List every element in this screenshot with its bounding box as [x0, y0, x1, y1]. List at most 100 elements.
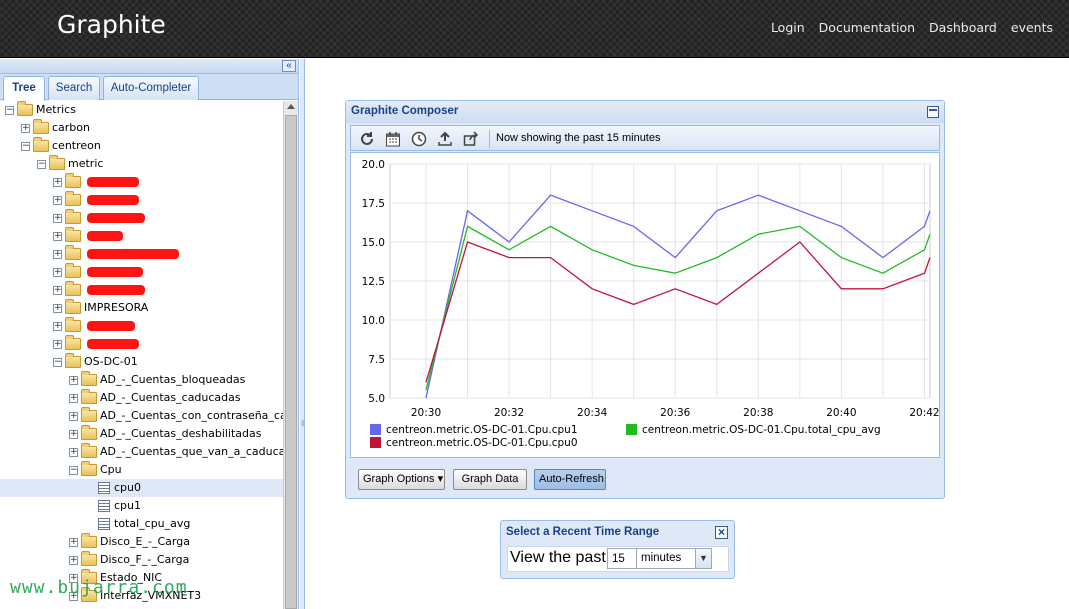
- tree-folder-item[interactable]: − metric: [0, 155, 283, 173]
- folder-icon: [65, 227, 81, 242]
- close-icon[interactable]: ×: [715, 526, 728, 539]
- tree-folder-item[interactable]: +: [0, 335, 283, 353]
- collapse-panel-icon[interactable]: «: [282, 60, 296, 72]
- refresh-icon[interactable]: [359, 131, 375, 147]
- tree-folder-item[interactable]: +: [0, 245, 283, 263]
- minimize-icon[interactable]: [927, 106, 939, 118]
- collapse-toggle-icon[interactable]: −: [5, 105, 14, 115]
- folder-icon: [33, 119, 49, 134]
- collapse-toggle-icon[interactable]: −: [69, 465, 78, 475]
- tab-auto-completer[interactable]: Auto-Completer: [103, 76, 199, 100]
- time-range-body: View the past minutes ▼: [507, 546, 729, 572]
- collapse-toggle-icon[interactable]: −: [37, 159, 46, 169]
- expand-toggle-icon[interactable]: +: [69, 393, 78, 403]
- share-icon[interactable]: [463, 131, 479, 147]
- time-status-text: Now showing the past 15 minutes: [496, 132, 661, 144]
- expand-toggle-icon[interactable]: +: [69, 555, 78, 565]
- tree-folder-item[interactable]: + Disco_E_-_Carga: [0, 533, 283, 551]
- tree-folder-item[interactable]: − OS-DC-01: [0, 353, 283, 371]
- tree-item-label: AD_-_Cuentas_bloqueadas: [100, 373, 246, 386]
- expand-toggle-icon[interactable]: +: [53, 303, 62, 313]
- tree-scrollbar[interactable]: [283, 101, 298, 609]
- splitter-handle-icon: ‖: [301, 419, 305, 428]
- tree-folder-item[interactable]: − Cpu: [0, 461, 283, 479]
- app-logo: Graphite: [57, 10, 166, 39]
- tree-leaf-item[interactable]: cpu1: [0, 497, 283, 515]
- metric-leaf-icon: [98, 518, 110, 530]
- nav-events[interactable]: events: [1011, 20, 1053, 35]
- expand-toggle-icon[interactable]: +: [69, 429, 78, 439]
- folder-open-icon: [49, 155, 65, 170]
- tree-folder-item[interactable]: +: [0, 209, 283, 227]
- chevron-down-icon[interactable]: ▼: [695, 549, 711, 568]
- tree-folder-item[interactable]: + carbon: [0, 119, 283, 137]
- tree-folder-item[interactable]: +: [0, 191, 283, 209]
- expand-toggle-icon[interactable]: +: [53, 339, 62, 349]
- tree-folder-item[interactable]: − Metrics: [0, 101, 283, 119]
- tree-item-label: AD_-_Cuentas_que_van_a_caducar: [100, 445, 283, 458]
- tree-leaf-item[interactable]: cpu0: [0, 479, 283, 497]
- expand-toggle-icon[interactable]: +: [53, 249, 62, 259]
- panel-splitter[interactable]: ‖: [300, 59, 305, 609]
- legend-label-0: centreon.metric.OS-DC-01.Cpu.cpu1: [386, 424, 578, 436]
- nav-login[interactable]: Login: [771, 20, 805, 35]
- tree-folder-item[interactable]: + IMPRESORA: [0, 299, 283, 317]
- tree-folder-item[interactable]: + AD_-_Cuentas_que_van_a_caducar: [0, 443, 283, 461]
- folder-icon: [65, 263, 81, 278]
- folder-icon: [65, 281, 81, 296]
- expand-toggle-icon[interactable]: +: [53, 285, 62, 295]
- graph-area[interactable]: 20.0 17.5 15.0 12.5 10.0 7.5 5.0 20:30 20:32 20:3…: [350, 152, 940, 458]
- tree-folder-item[interactable]: +: [0, 281, 283, 299]
- expand-toggle-icon[interactable]: +: [69, 537, 78, 547]
- tree-folder-item[interactable]: +: [0, 227, 283, 245]
- tree-folder-item[interactable]: + Disco_F_-_Carga: [0, 551, 283, 569]
- graph-data-button[interactable]: Graph Data: [453, 469, 527, 490]
- tree-folder-item[interactable]: + AD_-_Cuentas_deshabilitadas: [0, 425, 283, 443]
- expand-toggle-icon[interactable]: +: [21, 123, 30, 133]
- tree-folder-item[interactable]: + AD_-_Cuentas_bloqueadas: [0, 371, 283, 389]
- expand-toggle-icon[interactable]: +: [53, 177, 62, 187]
- expand-toggle-icon[interactable]: +: [53, 321, 62, 331]
- folder-icon: [65, 317, 81, 332]
- expand-toggle-icon[interactable]: +: [53, 231, 62, 241]
- auto-refresh-button[interactable]: Auto-Refresh: [534, 469, 606, 490]
- collapse-toggle-icon[interactable]: −: [21, 141, 30, 151]
- tree-folder-item[interactable]: +: [0, 317, 283, 335]
- tree-leaf-item[interactable]: total_cpu_avg: [0, 515, 283, 533]
- tree-item-label: AD_-_Cuentas_con_contraseña_cadu: [100, 409, 283, 422]
- scrollbar-thumb[interactable]: [285, 115, 297, 609]
- tree-folder-item[interactable]: − centreon: [0, 137, 283, 155]
- legend-swatch-1: [626, 424, 637, 435]
- time-quantity-input[interactable]: [607, 548, 637, 569]
- cpu-line-chart: 20.0 17.5 15.0 12.5 10.0 7.5 5.0 20:30 20:32 20:3…: [362, 159, 939, 449]
- tree-item-label: cpu0: [114, 481, 142, 494]
- tab-tree[interactable]: Tree: [3, 76, 45, 101]
- tab-search[interactable]: Search: [48, 76, 100, 100]
- clock-icon[interactable]: [411, 131, 427, 147]
- nav-documentation[interactable]: Documentation: [819, 20, 915, 35]
- expand-toggle-icon[interactable]: +: [69, 375, 78, 385]
- upload-icon[interactable]: [437, 131, 453, 147]
- redaction-mark: [87, 195, 139, 205]
- scroll-up-icon[interactable]: [287, 104, 295, 109]
- collapse-toggle-icon[interactable]: −: [53, 357, 62, 367]
- expand-toggle-icon[interactable]: +: [69, 447, 78, 457]
- calendar-icon[interactable]: [385, 131, 401, 147]
- nav-dashboard[interactable]: Dashboard: [929, 20, 997, 35]
- graph-options-button[interactable]: Graph Options ▾: [358, 469, 445, 490]
- composer-title: Graphite Composer: [346, 101, 944, 123]
- time-unit-select[interactable]: minutes ▼: [636, 548, 712, 569]
- composer-title-text: Graphite Composer: [351, 105, 459, 117]
- tree-item-label: metric: [68, 157, 104, 170]
- tree-folder-item[interactable]: +: [0, 173, 283, 191]
- tree-folder-item[interactable]: + AD_-_Cuentas_con_contraseña_cadu: [0, 407, 283, 425]
- tree-folder-item[interactable]: + AD_-_Cuentas_caducadas: [0, 389, 283, 407]
- expand-toggle-icon[interactable]: +: [53, 213, 62, 223]
- expand-toggle-icon[interactable]: +: [53, 267, 62, 277]
- graph-options-label: Graph Options: [363, 473, 435, 485]
- tree-folder-item[interactable]: +: [0, 263, 283, 281]
- expand-toggle-icon[interactable]: +: [69, 411, 78, 421]
- folder-icon: [81, 371, 97, 386]
- expand-toggle-icon[interactable]: +: [53, 195, 62, 205]
- time-range-title: Select a Recent Time Range ×: [501, 521, 734, 543]
